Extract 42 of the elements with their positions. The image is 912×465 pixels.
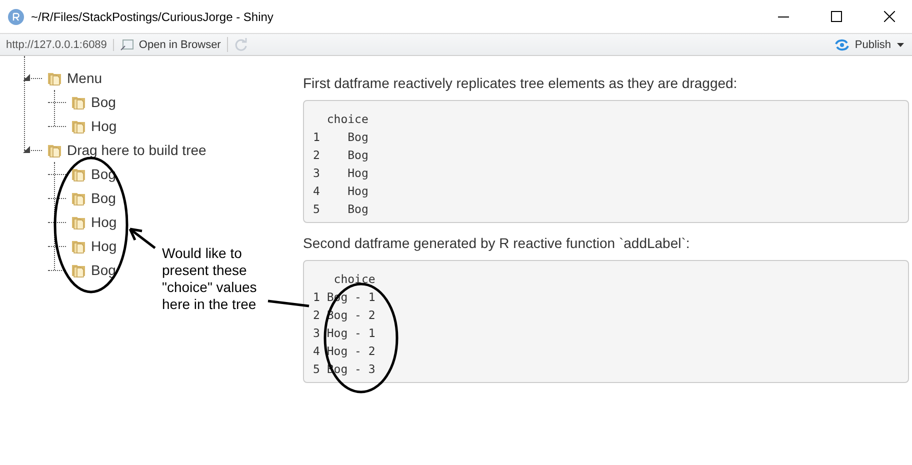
output-line: 2 Bog (313, 147, 368, 164)
open-in-browser-button[interactable]: Open in Browser (114, 38, 227, 50)
folder-icon (46, 70, 63, 86)
tree-node-label[interactable]: Menu (67, 70, 102, 86)
tree-node-label[interactable]: Hog (91, 238, 117, 254)
folder-icon (70, 166, 87, 182)
maximize-icon (830, 11, 842, 22)
output-line: 4 Hog - 2 (313, 343, 376, 360)
expanded-arrow-icon[interactable] (23, 74, 30, 81)
browser-window-icon (120, 38, 134, 50)
folder-icon (70, 94, 87, 110)
output-line: 5 Bog (313, 201, 368, 218)
output-caption: Second datframe generated by R reactive function `addLabel`: (303, 235, 691, 251)
annotation-arrow (128, 228, 156, 249)
app-logo-icon (8, 8, 24, 24)
folder-icon (46, 142, 63, 158)
dropdown-caret-icon[interactable] (897, 42, 904, 46)
folder-icon (70, 214, 87, 230)
output-line: choice (326, 111, 368, 128)
expanded-arrow-icon[interactable] (23, 146, 30, 153)
annotation-note: Would like to present these "choice" values here in the tree (162, 245, 258, 313)
publish-icon (834, 38, 850, 50)
window-title: ~/R/Files/StackPostings/CuriousJorge - Shiny (31, 10, 274, 24)
tree-node-label[interactable]: Bog (91, 190, 116, 206)
folder-icon (70, 238, 87, 254)
url-text: http://127.0.0.1:6089 (6, 38, 114, 50)
output-line: choice (332, 271, 376, 288)
folder-icon (70, 262, 87, 278)
publish-button[interactable]: Publish (828, 38, 897, 50)
output-line: 1 Bog (313, 129, 368, 146)
leader-line (268, 300, 310, 308)
output-line: 4 Hog (313, 183, 368, 200)
tree-node-label[interactable]: Drag here to build tree (67, 142, 206, 158)
output-line: 3 Hog (313, 165, 368, 182)
tree-node-label[interactable]: Hog (91, 118, 117, 134)
output-caption: First datframe reactively replicates tree elements as they are dragged: (303, 75, 738, 91)
tree-node-label[interactable]: Hog (91, 214, 117, 230)
close-icon (884, 11, 894, 22)
folder-icon (70, 118, 87, 134)
folder-icon (70, 190, 87, 206)
output-line: 3 Hog - 1 (313, 325, 376, 342)
tree-node-label[interactable]: Bog (91, 94, 116, 110)
